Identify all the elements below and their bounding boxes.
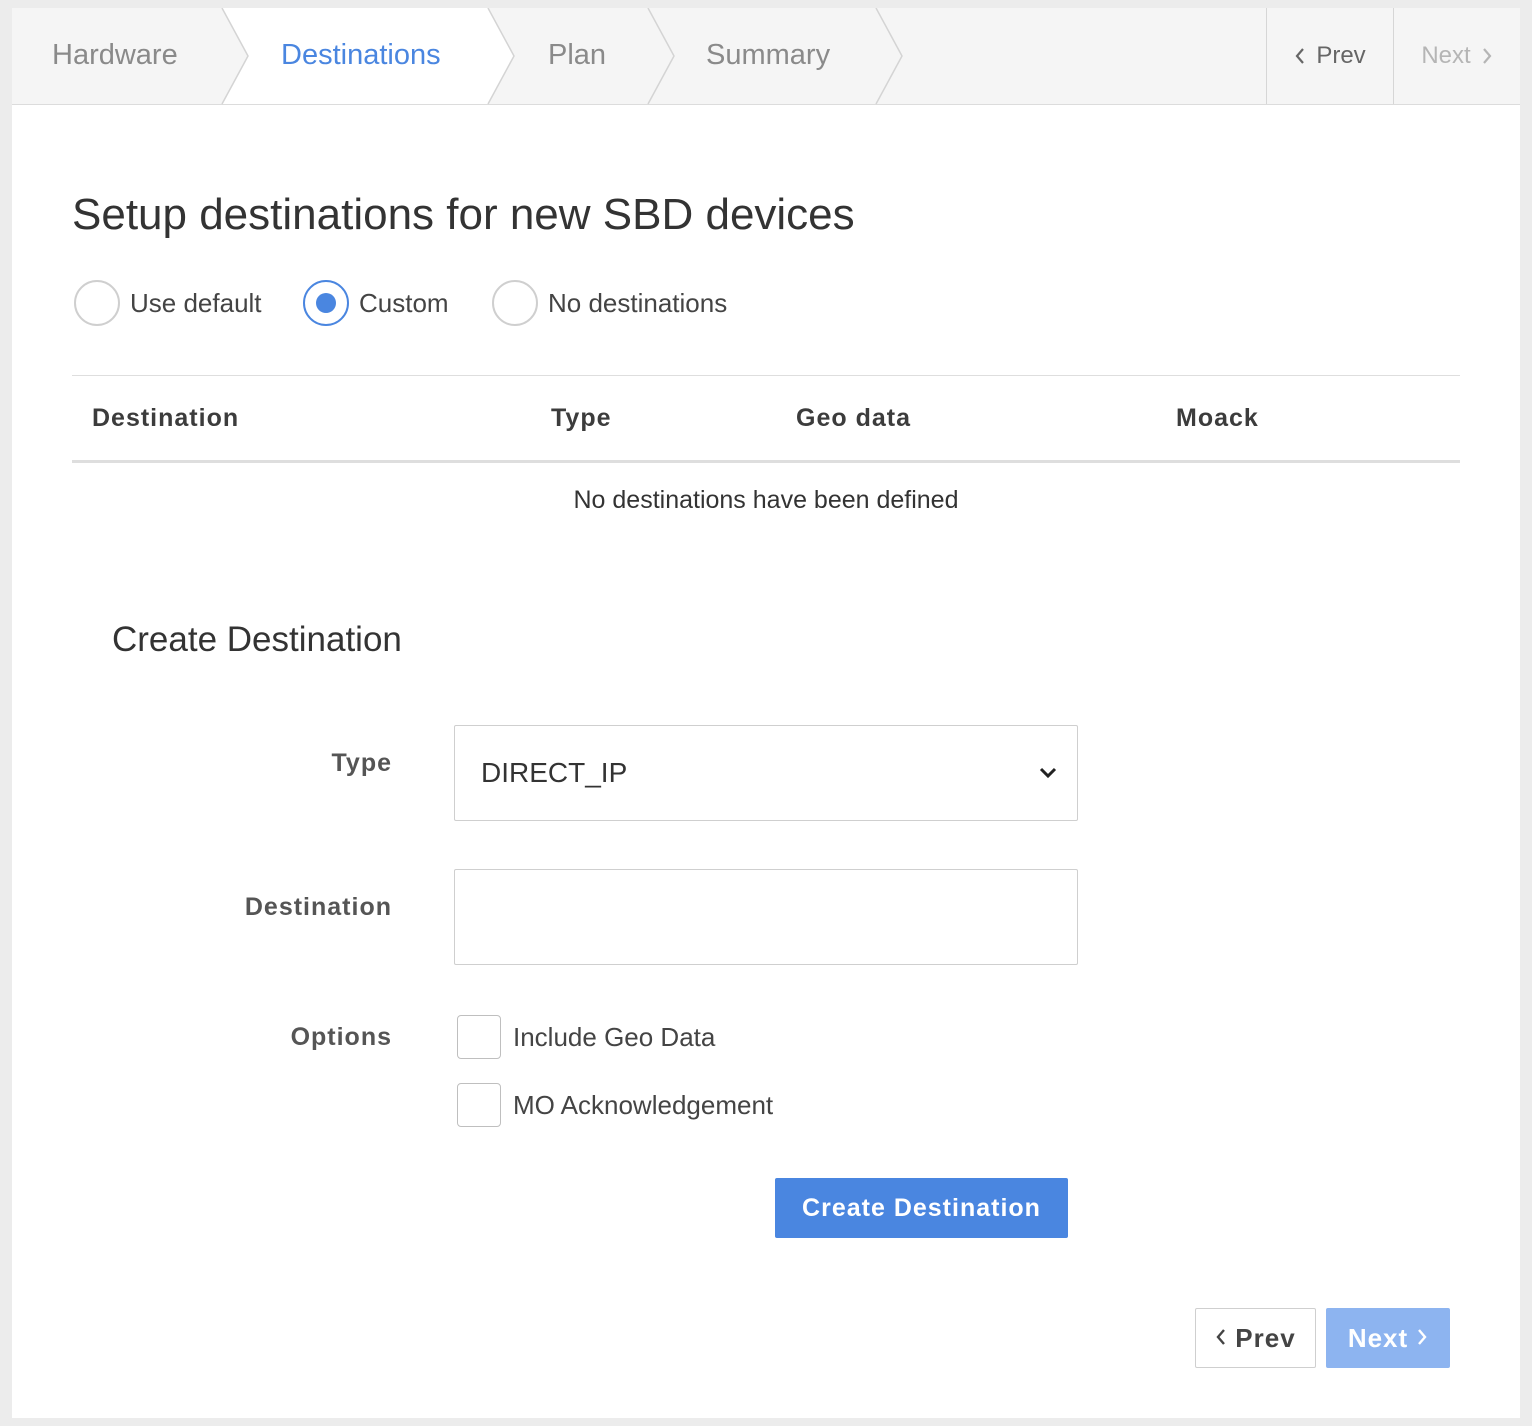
step-hardware[interactable]: Hardware [52,35,178,75]
chevron-right-icon [1416,1323,1428,1354]
type-label: Type [331,749,392,777]
table-header: Destination Type Geo data Moack [72,375,1460,463]
radio-button[interactable] [74,280,120,326]
options-label: Options [290,1023,392,1051]
chevron-left-icon [1294,47,1306,65]
radio-no-destinations[interactable]: No destinations [492,280,727,326]
destinations-table: Destination Type Geo data Moack No desti… [72,375,1460,514]
radio-label: Use default [130,287,262,318]
footer-next-label: Next [1347,1322,1409,1353]
destination-label: Destination [244,893,392,921]
mo-acknowledgement-option[interactable]: MO Acknowledgement [457,1083,773,1127]
header-next-label: Next [1421,42,1471,69]
column-header-type: Type [551,404,612,432]
header-next-button[interactable]: Next [1393,8,1520,104]
footer-next-button[interactable]: Next [1326,1308,1450,1368]
step-plan[interactable]: Plan [548,35,606,75]
destination-input[interactable] [454,869,1078,965]
column-header-moack: Moack [1176,404,1259,432]
step-destinations[interactable]: Destinations [281,35,441,75]
radio-button-selected[interactable] [303,280,349,326]
radio-button[interactable] [492,280,538,326]
type-select-value: DIRECT_IP [481,757,628,788]
table-empty-message: No destinations have been defined [573,486,959,514]
separator-3 [647,8,675,105]
footer-prev-button[interactable]: Prev [1195,1308,1316,1368]
column-header-destination: Destination [92,404,240,432]
radio-label: No destinations [548,287,728,318]
header-prev-label: Prev [1316,42,1366,69]
wizard-panel: Hardware Destinations Plan Summary Prev … [12,8,1520,1418]
step-summary[interactable]: Summary [706,35,830,75]
include-geo-data-checkbox[interactable] [457,1015,501,1059]
step-separators [221,8,903,105]
footer-prev-label: Prev [1235,1322,1296,1353]
include-geo-data-option[interactable]: Include Geo Data [457,1015,715,1059]
chevron-right-icon [1481,47,1493,65]
chevron-down-icon [1037,762,1059,789]
radio-use-default[interactable]: Use default [74,280,262,326]
create-destination-heading: Create Destination [112,620,402,659]
checkbox-label: Include Geo Data [513,1021,716,1052]
mo-acknowledgement-checkbox[interactable] [457,1083,501,1127]
chevron-left-icon [1215,1323,1227,1354]
checkbox-label: MO Acknowledgement [513,1089,774,1120]
column-header-geo-data: Geo data [796,404,911,432]
radio-label: Custom [359,287,449,318]
radio-custom[interactable]: Custom [303,280,449,326]
wizard-steps-bar: Hardware Destinations Plan Summary Prev … [12,8,1520,105]
page-title: Setup destinations for new SBD devices [72,190,855,239]
header-prev-button[interactable]: Prev [1266,8,1393,104]
type-select[interactable]: DIRECT_IP [454,725,1078,821]
separator-4 [875,8,903,105]
create-destination-button[interactable]: Create Destination [775,1178,1068,1238]
